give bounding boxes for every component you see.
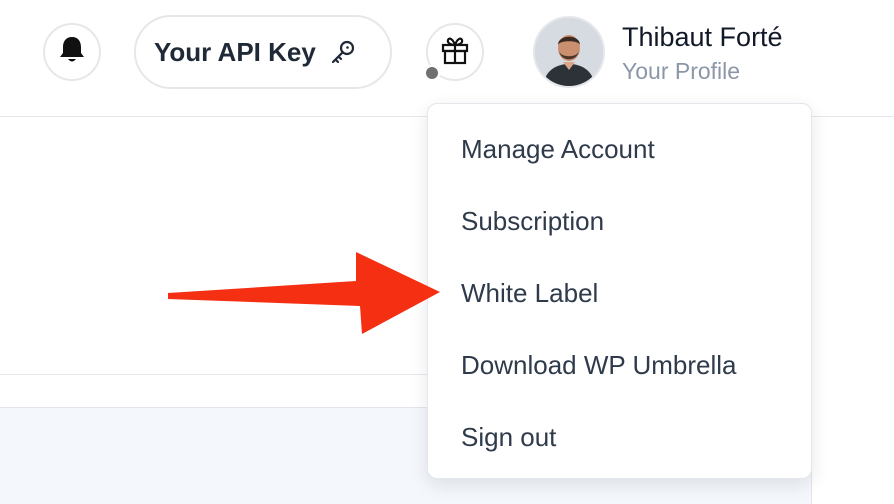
bell-icon — [58, 35, 86, 70]
content-divider — [0, 374, 430, 375]
gift-icon — [439, 34, 471, 71]
key-icon — [330, 39, 356, 65]
menu-item-manage-account[interactable]: Manage Account — [461, 134, 655, 165]
menu-item-subscription[interactable]: Subscription — [461, 206, 604, 237]
avatar[interactable] — [533, 16, 605, 88]
api-key-button[interactable]: Your API Key — [134, 15, 392, 89]
notifications-button[interactable] — [43, 23, 101, 81]
profile-name[interactable]: Thibaut Forté — [622, 22, 783, 53]
status-dot — [424, 65, 440, 81]
api-key-label: Your API Key — [154, 36, 316, 67]
profile-subtitle[interactable]: Your Profile — [622, 58, 740, 85]
menu-item-sign-out[interactable]: Sign out — [461, 422, 556, 453]
menu-item-white-label[interactable]: White Label — [461, 278, 598, 309]
profile-dropdown-menu: Manage Account Subscription White Label … — [427, 103, 812, 479]
annotation-arrow — [168, 252, 440, 334]
menu-item-download-wp-umbrella[interactable]: Download WP Umbrella — [461, 350, 737, 381]
top-bar: Your API Key Thibaut Forté Your Profile — [0, 0, 894, 117]
